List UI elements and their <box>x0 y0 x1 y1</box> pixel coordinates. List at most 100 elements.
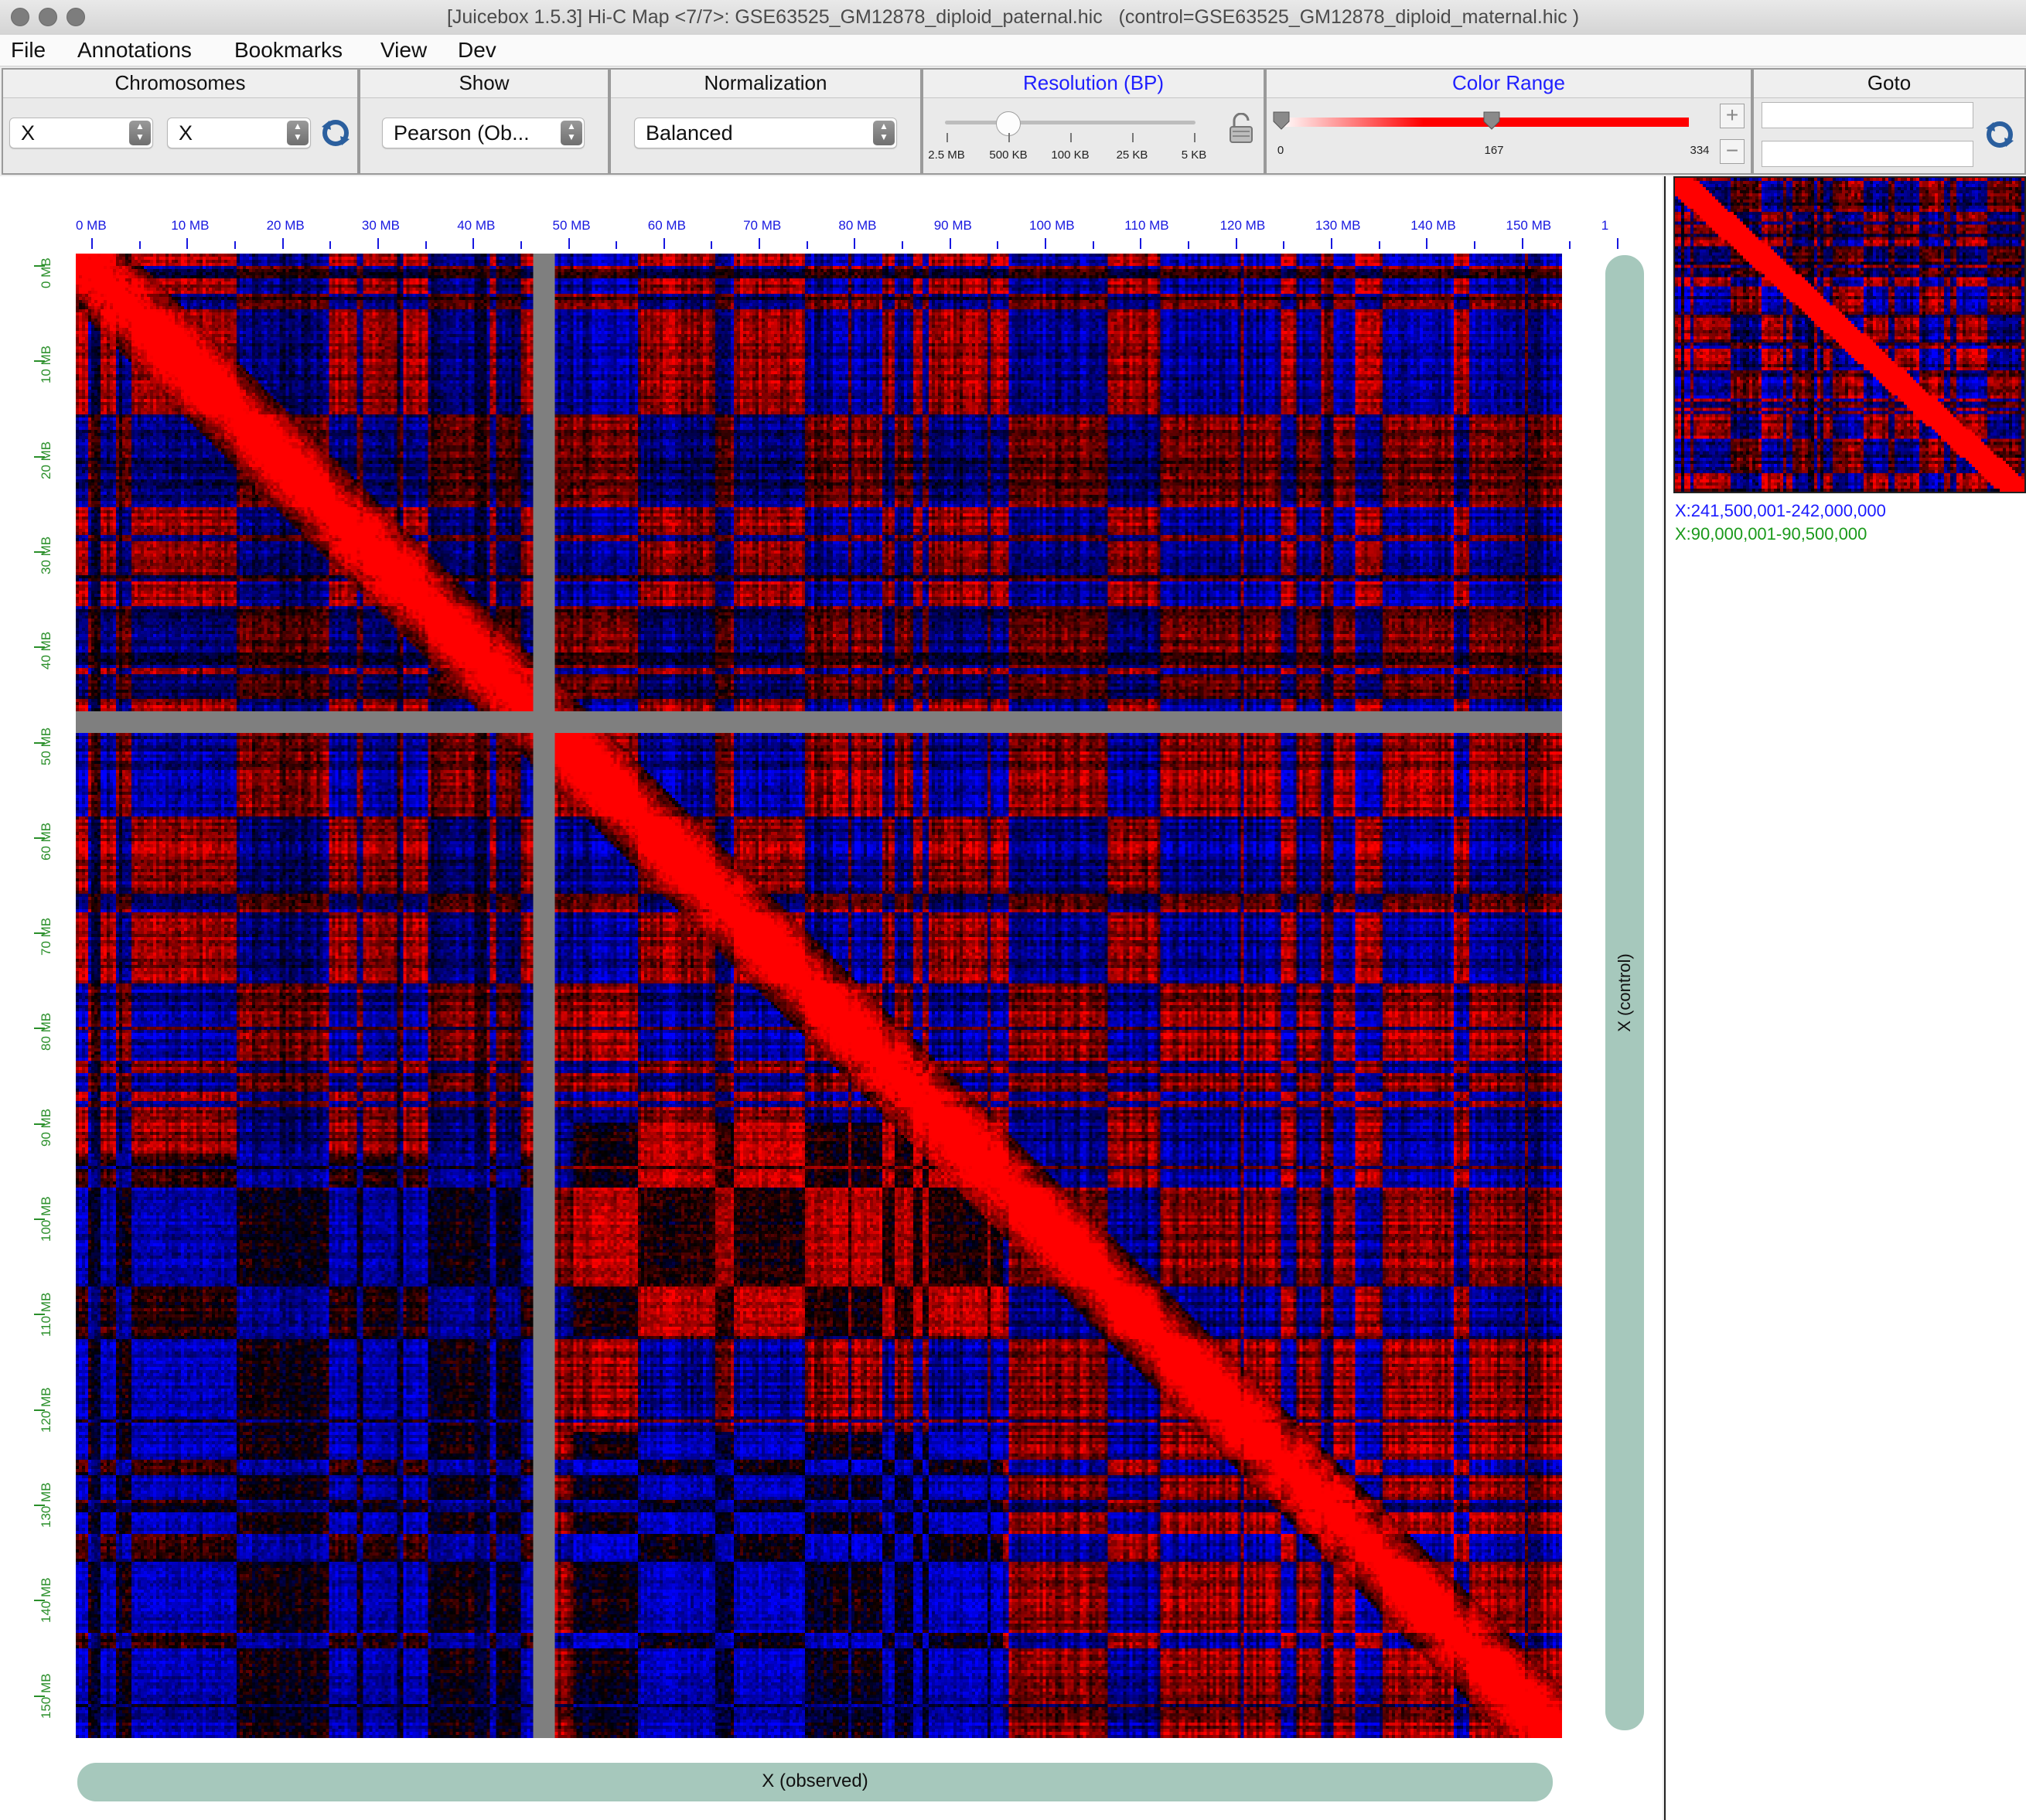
y-tick-label: 70 MB <box>39 917 53 956</box>
chromosome-1-value: X <box>21 121 36 145</box>
y-tick-mark <box>34 932 45 935</box>
hic-heatmap[interactable] <box>76 254 1562 1738</box>
x-tick-label: 10 MB <box>171 218 210 233</box>
normalization-select[interactable]: Balanced ▲ ▼ <box>634 118 897 148</box>
menu-dev[interactable]: Dev <box>458 38 496 63</box>
lock-icon[interactable] <box>1228 113 1254 144</box>
y-tick-mark <box>34 1695 45 1697</box>
x-tick-label: 40 MB <box>457 218 496 233</box>
x-minor-tick <box>1283 241 1285 249</box>
x-tick-label: 140 MB <box>1410 218 1456 233</box>
x-tick-mark <box>281 238 284 249</box>
chromosome-2-select[interactable]: X ▲ ▼ <box>167 118 311 148</box>
x-axis-label: X (observed) <box>762 1771 868 1791</box>
x-tick-label: 120 MB <box>1219 218 1266 233</box>
display-option-value: Pearson (Ob... <box>394 121 530 145</box>
x-tick-mark <box>1521 238 1523 249</box>
x-tick-label: 0 MB <box>76 218 107 233</box>
goto-x-input[interactable] <box>1762 102 1973 128</box>
refresh-icon[interactable] <box>319 116 353 150</box>
thumbnail-overview[interactable] <box>1673 176 2026 493</box>
hover-coordinate-x: X:241,500,001-242,000,000 <box>1675 501 1886 520</box>
minus-icon[interactable]: − <box>1720 139 1745 164</box>
x-tick-mark <box>1045 238 1046 249</box>
resolution-tick-label: 5 KB <box>1181 148 1207 162</box>
x-tick-mark <box>1330 238 1332 249</box>
x-minor-tick <box>806 241 808 249</box>
x-minor-tick <box>425 241 427 249</box>
x-minor-tick <box>902 241 904 249</box>
y-tick-mark <box>34 265 45 267</box>
x-tick-label: 150 MB <box>1506 218 1552 233</box>
x-minor-tick <box>997 241 999 249</box>
window-title: [Juicebox 1.5.3] Hi-C Map <7/7>: GSE6352… <box>446 6 1580 28</box>
x-tick-label: 20 MB <box>266 218 305 233</box>
resolution-tick-label: 25 KB <box>1116 148 1148 162</box>
x-tick-mark <box>1616 238 1618 249</box>
x-minor-tick <box>329 241 332 249</box>
x-tick-label: 90 MB <box>933 218 972 233</box>
x-minor-tick <box>138 241 141 249</box>
color-range-mid-label: 167 <box>1484 144 1504 157</box>
show-panel: Show Pearson (Ob... ▲ ▼ <box>359 68 609 175</box>
menu-bookmarks[interactable]: Bookmarks <box>234 38 343 63</box>
y-tick-mark <box>34 1409 45 1411</box>
resolution-tick-label: 100 KB <box>1051 148 1090 162</box>
x-tick-label: 50 MB <box>552 218 591 233</box>
x-tick-mark <box>1140 238 1142 249</box>
menu-file[interactable]: File <box>11 38 46 63</box>
chromosome-1-select[interactable]: X ▲ ▼ <box>9 118 153 148</box>
display-option-select[interactable]: Pearson (Ob... ▲ ▼ <box>382 118 585 148</box>
y-tick-mark <box>34 455 45 458</box>
normalization-panel: Normalization Balanced ▲ ▼ <box>609 68 922 175</box>
normalization-label: Normalization <box>611 70 920 98</box>
x-tick-mark <box>186 238 189 249</box>
y-chromosome-bar[interactable]: X (control) <box>1605 255 1644 1730</box>
x-chromosome-bar[interactable]: X (observed) <box>77 1763 1553 1801</box>
y-tick-mark <box>34 1123 45 1125</box>
resolution-slider-track[interactable] <box>945 121 1195 124</box>
x-minor-tick <box>1092 241 1094 249</box>
chevron-updown-icon: ▲ ▼ <box>561 121 582 145</box>
y-tick-label: 40 MB <box>39 632 53 670</box>
y-tick-mark <box>34 360 45 363</box>
x-minor-tick <box>616 241 618 249</box>
x-tick-mark <box>91 238 93 249</box>
color-range-min-thumb[interactable] <box>1273 111 1290 130</box>
x-tick-mark <box>663 238 665 249</box>
x-tick-label: 1 <box>1601 218 1609 233</box>
color-range-max-thumb[interactable] <box>1483 111 1500 130</box>
x-minor-tick <box>1569 241 1571 249</box>
x-tick-mark <box>1235 238 1237 249</box>
x-tick-label: 70 MB <box>743 218 782 233</box>
normalization-value: Balanced <box>646 121 733 145</box>
color-range-max-label: 334 <box>1690 144 1710 157</box>
plus-icon[interactable]: + <box>1720 104 1745 128</box>
y-axis-label: X (control) <box>1615 953 1634 1032</box>
chromosomes-panel: Chromosomes X ▲ ▼ X ▲ ▼ <box>2 68 359 175</box>
y-tick-label: 60 MB <box>39 822 53 861</box>
y-tick-mark <box>34 1600 45 1602</box>
goto-label: Goto <box>1754 70 2024 98</box>
x-minor-tick <box>520 241 522 249</box>
resolution-tick-label: 500 KB <box>989 148 1028 162</box>
x-tick-label: 110 MB <box>1124 218 1169 233</box>
title-bar: [Juicebox 1.5.3] Hi-C Map <7/7>: GSE6352… <box>0 0 2026 36</box>
menu-view[interactable]: View <box>380 38 427 63</box>
color-range-panel: Color Range 0 167 334 + − <box>1265 68 1752 175</box>
x-minor-tick <box>711 241 713 249</box>
y-tick-label: 20 MB <box>39 441 53 479</box>
chromosome-2-value: X <box>179 121 193 145</box>
goto-y-input[interactable] <box>1762 141 1973 167</box>
menu-annotations[interactable]: Annotations <box>77 38 192 63</box>
resolution-panel: Resolution (BP) 2.5 MB 500 KB 100 KB 25 … <box>922 68 1265 175</box>
show-label: Show <box>360 70 608 98</box>
color-range-label: Color Range <box>1267 70 1751 98</box>
refresh-icon[interactable] <box>1983 118 2017 152</box>
thumbnail-canvas[interactable] <box>1675 178 2024 492</box>
resolution-tick-label: 2.5 MB <box>928 148 965 162</box>
x-tick-mark <box>568 238 570 249</box>
hic-heatmap-canvas[interactable] <box>76 254 1562 1738</box>
x-tick-mark <box>759 238 761 249</box>
y-tick-label: 30 MB <box>39 536 53 574</box>
